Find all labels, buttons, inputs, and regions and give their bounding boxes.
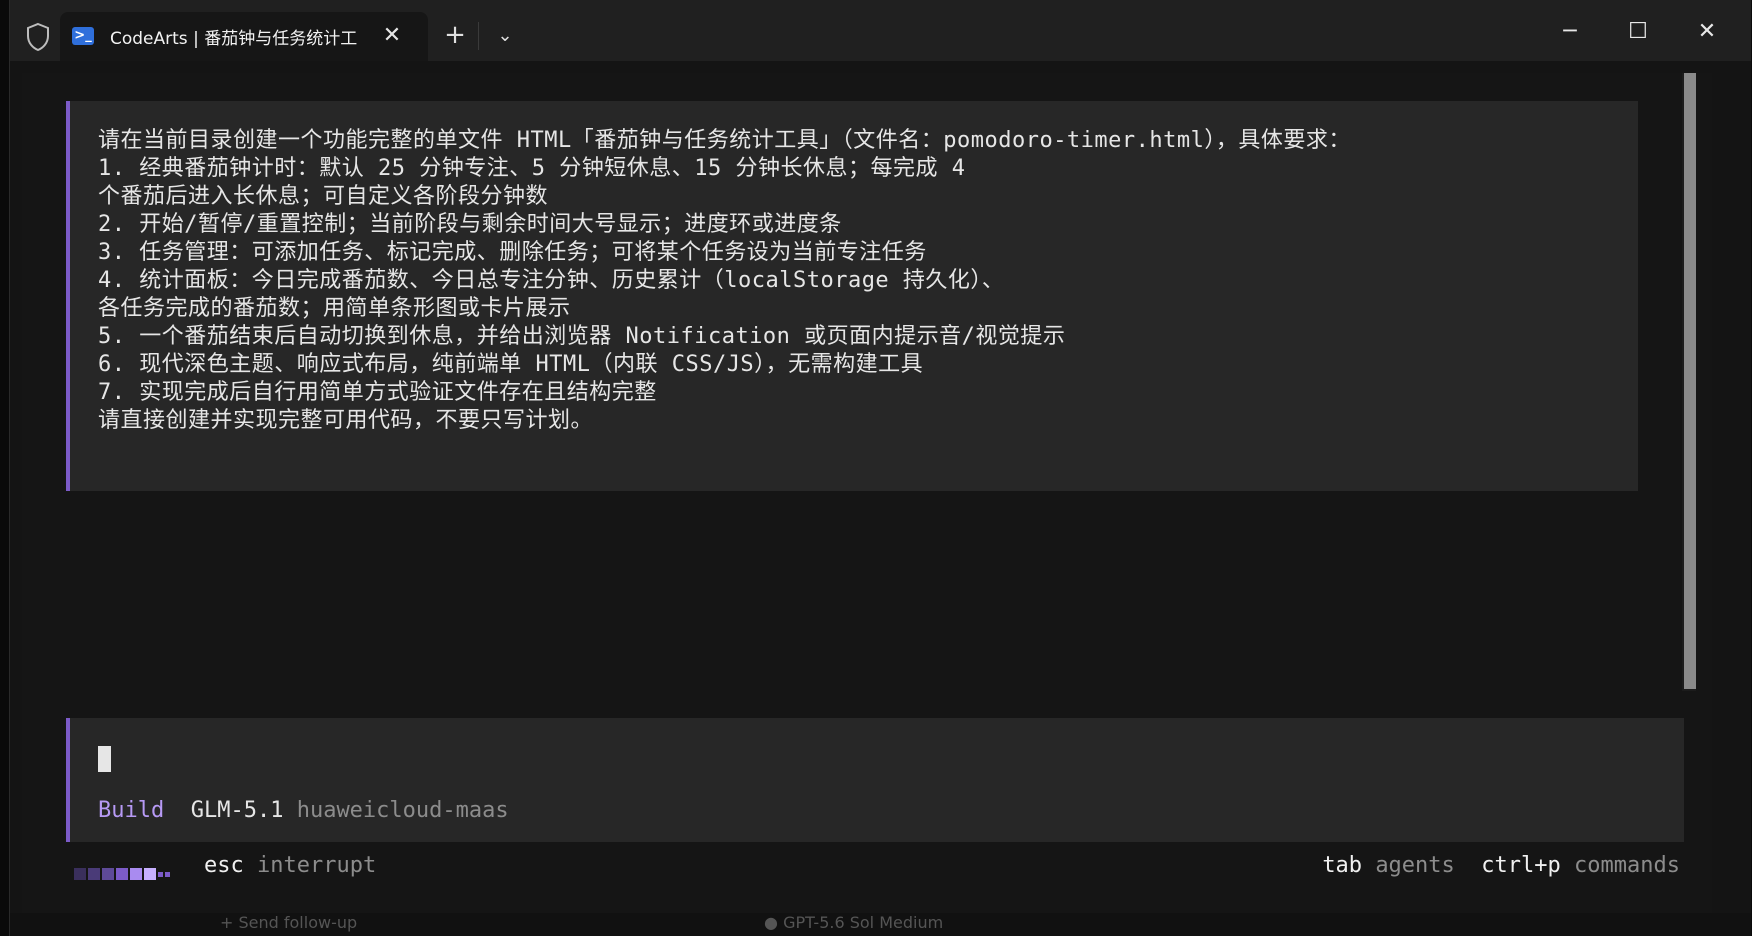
- prompt-line: 各任务完成的番茄数；用简单条形图或卡片展示: [98, 296, 571, 321]
- prompt-line: 6. 现代深色主题、响应式布局，纯前端单 HTML（内联 CSS/JS），无需构…: [98, 352, 924, 377]
- tab-title: CodeArts | 番茄钟与任务统计工: [110, 29, 358, 49]
- prompt-text: 请在当前目录创建一个功能完整的单文件 HTML「番茄钟与任务统计工具」（文件名：…: [98, 127, 1618, 435]
- terminal-window: >_ CodeArts | 番茄钟与任务统计工 ✕ + ⌄ ─ ☐ ✕ 请在当前…: [9, 0, 1751, 936]
- prompt-line: 请直接创建并实现完整可用代码，不要只写计划。: [98, 408, 594, 433]
- new-tab-button[interactable]: +: [440, 20, 470, 50]
- prompt-line: 3. 任务管理：可添加任务、标记完成、删除任务；可将某个任务设为当前专注任务: [98, 240, 927, 265]
- powershell-icon: >_: [72, 27, 94, 45]
- model-name[interactable]: GLM-5.1: [191, 798, 284, 823]
- interrupt-hint: esc interrupt: [204, 853, 377, 878]
- chat-input-box[interactable]: Build GLM-5.1 huaweicloud-maas: [66, 718, 1684, 842]
- spinner-block: [102, 868, 114, 880]
- close-tab-icon[interactable]: ✕: [378, 22, 406, 50]
- maximize-button[interactable]: ☐: [1608, 10, 1668, 54]
- spinner-block: [144, 868, 156, 880]
- spinner-block: [116, 868, 128, 880]
- background-hint: + Send follow-up ● GPT-5.6 Sol Medium: [220, 913, 944, 932]
- text-cursor: [98, 746, 111, 772]
- prompt-line: 5. 一个番茄结束后自动切换到休息，并给出浏览器 Notification 或页…: [98, 324, 1066, 349]
- prompt-line: 1. 经典番茄钟计时：默认 25 分钟专注、5 分钟短休息、15 分钟长休息；每…: [98, 156, 966, 181]
- prompt-line: 个番茄后进入长休息；可自定义各阶段分钟数: [98, 184, 549, 209]
- tab-dropdown-button[interactable]: ⌄: [490, 20, 520, 50]
- mode-build[interactable]: Build: [98, 798, 164, 823]
- user-prompt-message: 请在当前目录创建一个功能完整的单文件 HTML「番茄钟与任务统计工具」（文件名：…: [66, 101, 1638, 491]
- close-window-button[interactable]: ✕: [1677, 10, 1737, 54]
- agents-label: agents: [1375, 853, 1455, 878]
- shortcut-hints: tab agents ctrl+p commands: [1322, 853, 1680, 878]
- progress-spinner: [74, 861, 172, 880]
- status-bar: esc interrupt tab agents ctrl+p commands: [66, 853, 1680, 887]
- prompt-line: 2. 开始/暂停/重置控制；当前阶段与剩余时间大号显示；进度环或进度条: [98, 212, 842, 237]
- spinner-dot: [158, 871, 163, 877]
- spinner-block: [74, 868, 86, 880]
- mode-indicator: Build GLM-5.1 huaweicloud-maas: [98, 798, 509, 823]
- terminal-content[interactable]: 请在当前目录创建一个功能完整的单文件 HTML「番茄钟与任务统计工具」（文件名：…: [22, 73, 1712, 913]
- commands-key: ctrl+p: [1481, 853, 1561, 878]
- toolbar-divider: [478, 22, 479, 50]
- provider-name: huaweicloud-maas: [296, 798, 509, 823]
- spinner-block: [130, 868, 142, 880]
- minimize-button[interactable]: ─: [1540, 10, 1600, 54]
- prompt-line: 请在当前目录创建一个功能完整的单文件 HTML「番茄钟与任务统计工具」（文件名：…: [98, 128, 1351, 153]
- shield-icon: [27, 22, 49, 52]
- commands-label: commands: [1574, 853, 1680, 878]
- tab-codearts[interactable]: >_ CodeArts | 番茄钟与任务统计工 ✕: [60, 12, 428, 61]
- prompt-line: 7. 实现完成后自行用简单方式验证文件存在且结构完整: [98, 380, 657, 405]
- background-window-strip: + Send follow-up ● GPT-5.6 Sol Medium: [10, 913, 1751, 936]
- prompt-line: 4. 统计面板：今日完成番茄数、今日总专注分钟、历史累计（localStorag…: [98, 268, 1005, 293]
- scrollbar-thumb[interactable]: [1684, 73, 1696, 689]
- spinner-dot: [165, 871, 170, 877]
- agents-key: tab: [1322, 853, 1363, 878]
- title-bar: >_ CodeArts | 番茄钟与任务统计工 ✕ + ⌄ ─ ☐ ✕: [10, 0, 1751, 61]
- spinner-block: [88, 868, 100, 880]
